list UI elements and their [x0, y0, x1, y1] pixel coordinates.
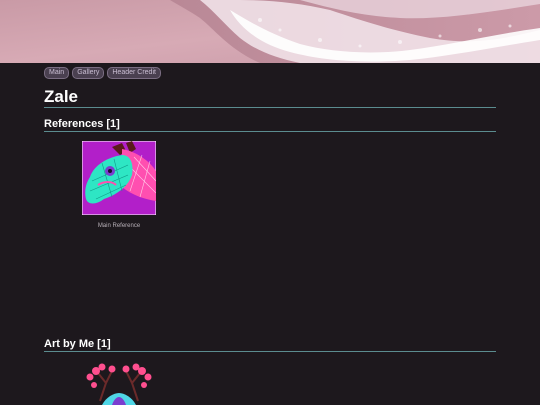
art-thumbnail[interactable] — [82, 361, 156, 405]
header-banner-image — [0, 0, 540, 63]
art-by-me-heading: Art by Me [1] — [44, 338, 496, 352]
main-reference-thumbnail[interactable] — [81, 140, 157, 216]
nav-header-credit-link[interactable]: Header Credit — [107, 67, 161, 79]
page-title: Zale — [44, 87, 496, 108]
nav-gallery-link[interactable]: Gallery — [72, 67, 105, 79]
main-reference-caption: Main Reference — [97, 223, 141, 229]
references-heading: References [1] — [44, 118, 496, 132]
nav-main-link[interactable]: Main — [44, 67, 70, 79]
top-nav: Main Gallery Header Credit — [44, 67, 161, 79]
